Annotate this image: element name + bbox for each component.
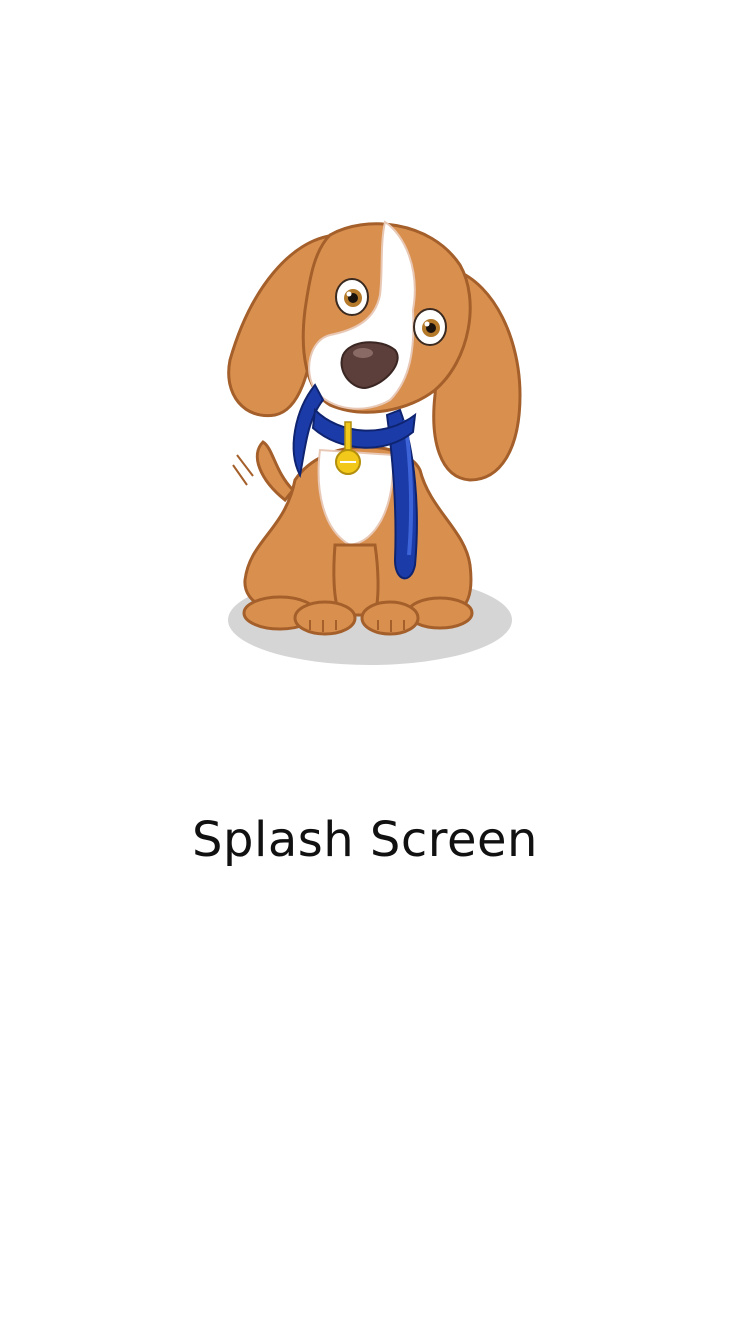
tail [255, 440, 296, 503]
splash-screen: Splash Screen [0, 0, 730, 1334]
puppy-with-leash-icon [227, 220, 522, 665]
left-eye [335, 278, 369, 316]
right-eye [413, 308, 447, 346]
splash-title: Splash Screen [192, 812, 538, 868]
